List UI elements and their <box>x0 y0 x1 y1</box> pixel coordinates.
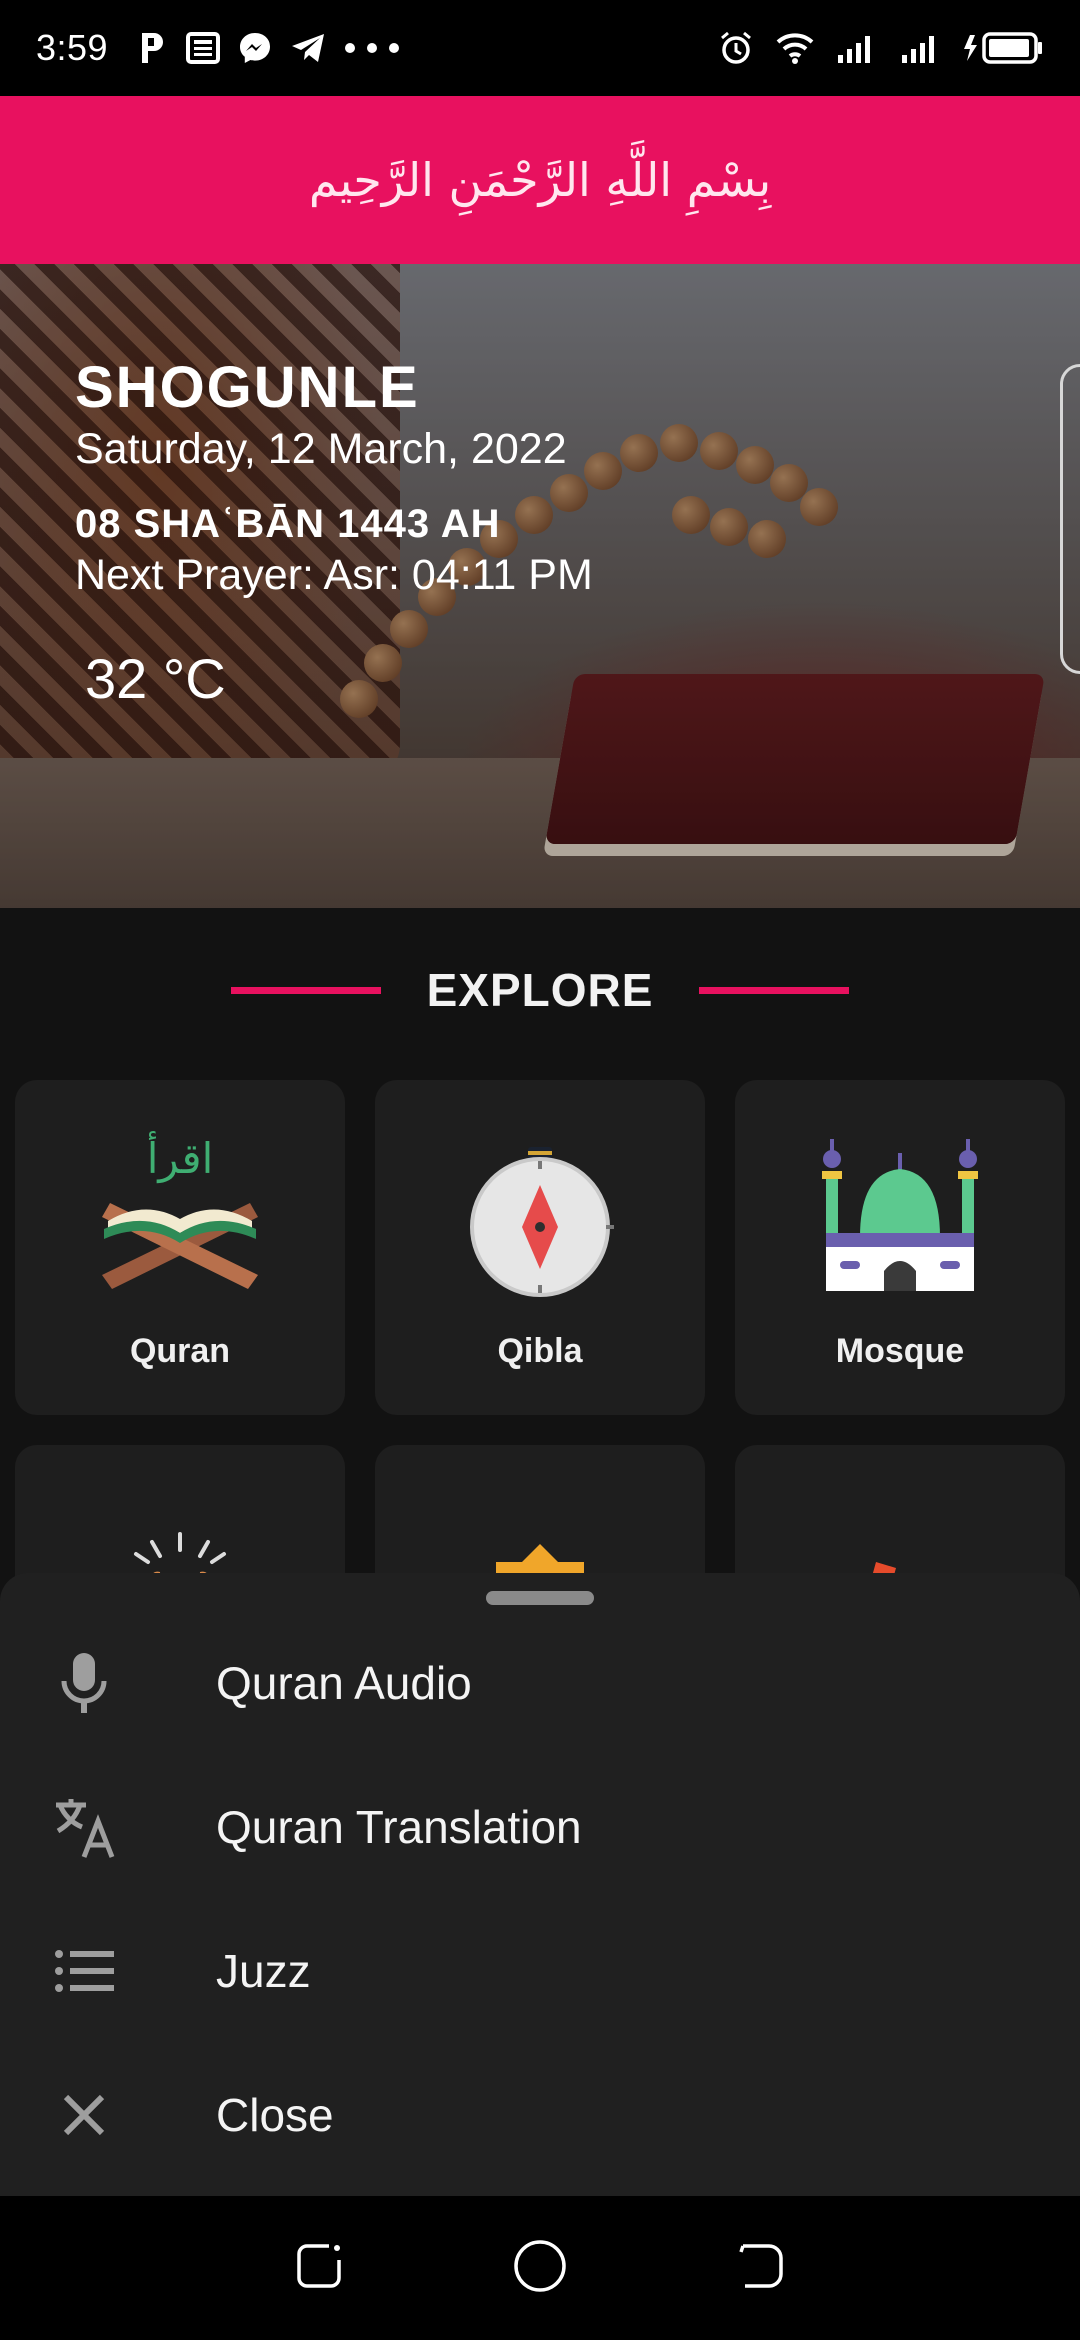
compass-icon <box>470 1147 614 1297</box>
back-button[interactable] <box>735 2240 787 2297</box>
signal-icon <box>836 33 878 63</box>
hero-banner: SHOGUNLE Saturday, 12 March, 2022 08 SHA… <box>0 264 1080 908</box>
card-qibla[interactable]: Qibla <box>375 1080 705 1415</box>
menu-item-quran-audio[interactable]: Quran Audio <box>0 1611 1080 1755</box>
more-dots-icon <box>344 42 400 54</box>
recents-button[interactable] <box>293 2240 345 2297</box>
translate-icon <box>42 1785 126 1869</box>
status-bar: 3:59 <box>0 0 1080 96</box>
menu-item-juzz[interactable]: Juzz <box>0 1899 1080 2043</box>
system-nav-bar <box>0 2196 1080 2340</box>
menu-item-close[interactable]: Close <box>0 2043 1080 2187</box>
news-icon <box>186 32 221 64</box>
menu-item-label: Close <box>216 2089 334 2141</box>
quran-icon: اقرأ <box>102 1131 258 1289</box>
menu-item-label: Quran Audio <box>216 1657 472 1709</box>
card-mosque-label: Mosque <box>835 1332 965 1370</box>
system-icons <box>718 30 1044 66</box>
explore-header: EXPLORE <box>0 960 1080 1020</box>
hero-info: SHOGUNLE Saturday, 12 March, 2022 08 SHA… <box>75 354 593 711</box>
gregorian-date: Saturday, 12 March, 2022 <box>75 425 567 473</box>
p-icon <box>138 31 168 65</box>
explore-title: EXPLORE <box>426 964 654 1016</box>
temperature: 32 °C <box>85 647 226 710</box>
card-quran-label: Quran <box>129 1332 231 1370</box>
card-qibla-label: Qibla <box>497 1332 583 1370</box>
telegram-icon <box>290 32 326 64</box>
microphone-icon <box>42 1641 126 1725</box>
bismillah-text: بِسْمِ اللَّهِ الرَّحْمَنِ الرَّحِيم <box>308 153 772 207</box>
city-name: SHOGUNLE <box>75 355 420 420</box>
next-prayer: Next Prayer: Asr: 04:11 PM <box>75 551 593 599</box>
home-button[interactable] <box>512 2238 568 2299</box>
charging-battery-icon <box>964 31 1044 65</box>
card-mosque[interactable]: Mosque <box>735 1080 1065 1415</box>
status-time: 3:59 <box>36 27 109 68</box>
messenger-icon <box>238 31 272 65</box>
side-tab[interactable] <box>1060 364 1080 674</box>
notification-icons <box>138 31 400 65</box>
alarm-icon <box>718 30 754 66</box>
divider-right <box>699 986 850 994</box>
card-quran[interactable]: اقرأ Quran <box>15 1080 345 1415</box>
signal-icon <box>900 33 942 63</box>
menu-item-label: Quran Translation <box>216 1801 582 1853</box>
svg-text:اقرأ: اقرأ <box>147 1131 214 1183</box>
hijri-date: 08 SHAʿBĀN 1443 AH <box>75 502 501 546</box>
bottom-sheet: Quran Audio Quran Translation Juzz Close <box>0 1573 1080 2196</box>
close-icon <box>42 2073 126 2157</box>
sheet-drag-handle[interactable] <box>486 1591 594 1605</box>
menu-item-label: Juzz <box>216 1945 311 1997</box>
menu-item-quran-translation[interactable]: Quran Translation <box>0 1755 1080 1899</box>
divider-left <box>230 986 381 994</box>
list-icon <box>42 1929 126 2013</box>
wifi-icon <box>776 32 814 64</box>
mosque-icon <box>822 1139 978 1291</box>
bismillah-header: بِسْمِ اللَّهِ الرَّحْمَنِ الرَّحِيم <box>0 96 1080 264</box>
